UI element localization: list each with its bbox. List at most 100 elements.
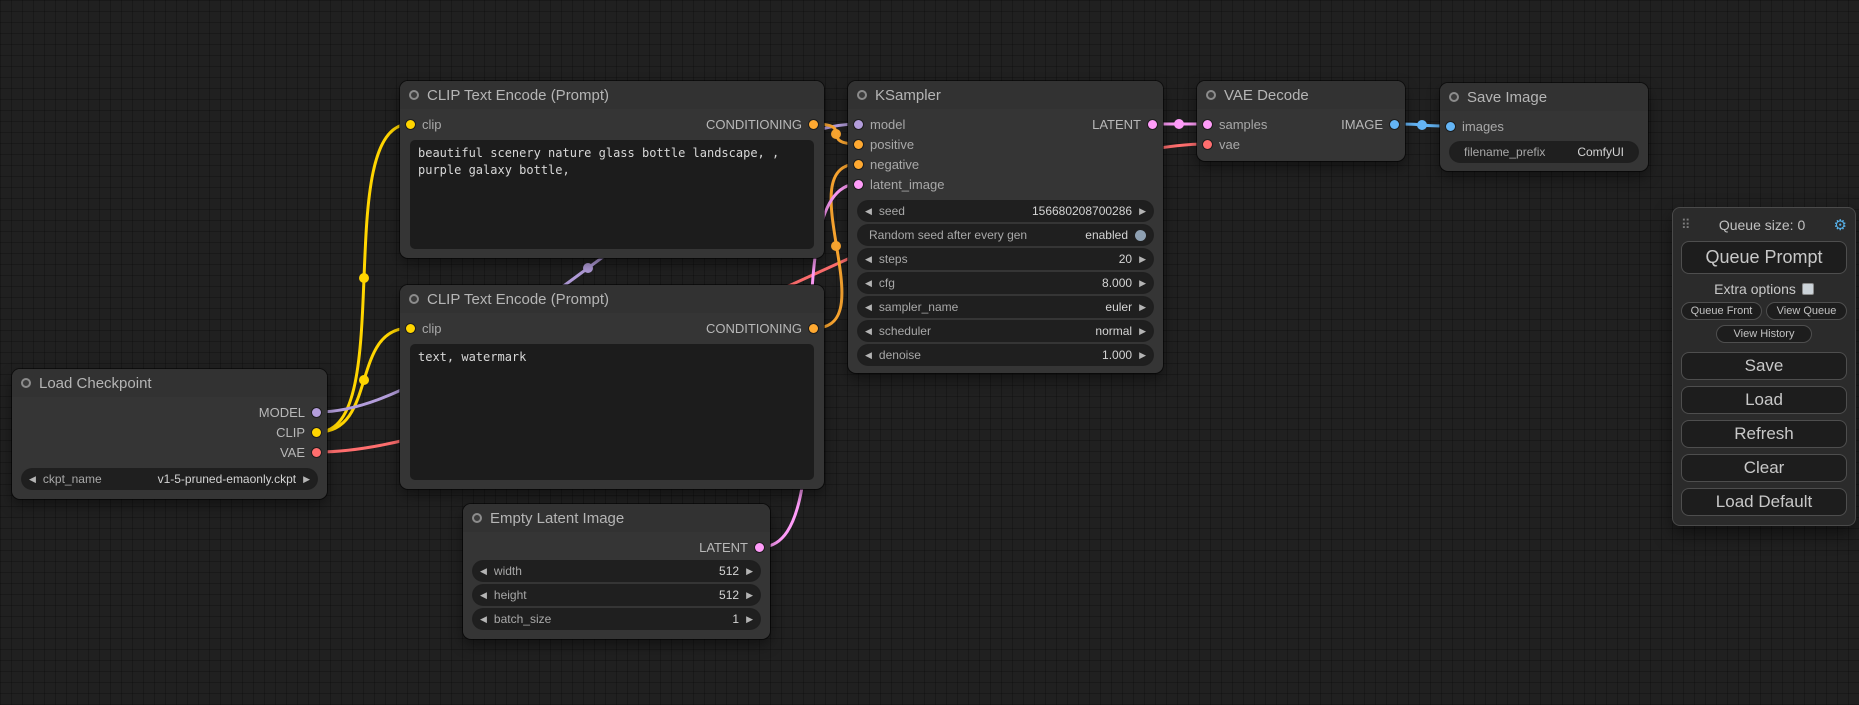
widget-label: Random seed after every gen [869, 228, 1085, 242]
prev-arrow-icon[interactable]: ◀ [29, 474, 36, 485]
refresh-button[interactable]: Refresh [1681, 420, 1847, 448]
wire-clip-to-negative-prompt [318, 328, 410, 432]
negative-prompt-textarea[interactable]: text, watermark [410, 344, 814, 480]
node-title-bar[interactable]: CLIP Text Encode (Prompt) [400, 81, 824, 109]
increment-arrow-icon[interactable]: ▶ [1139, 206, 1146, 217]
node-title-bar[interactable]: Save Image [1440, 83, 1648, 111]
conditioning-output-slot[interactable] [809, 324, 818, 333]
node-title-bar[interactable]: CLIP Text Encode (Prompt) [400, 285, 824, 313]
collapse-dot-icon[interactable] [21, 378, 31, 388]
negative-input-slot[interactable] [854, 160, 863, 169]
node-load-checkpoint[interactable]: Load Checkpoint MODEL CLIP VAE [12, 369, 327, 499]
ckpt-name-widget[interactable]: ◀ ckpt_name v1-5-pruned-emaonly.ckpt ▶ [22, 469, 317, 489]
input-label-positive: positive [870, 137, 914, 152]
sampler-name-widget[interactable]: ◀ sampler_name euler ▶ [858, 297, 1153, 317]
samples-input-slot[interactable] [1203, 120, 1212, 129]
increment-arrow-icon[interactable]: ▶ [746, 614, 753, 625]
steps-widget[interactable]: ◀ steps 20 ▶ [858, 249, 1153, 269]
input-label-clip: clip [422, 321, 442, 336]
node-title-bar[interactable]: Load Checkpoint [12, 369, 327, 397]
node-save-image[interactable]: Save Image images filename_prefix ComfyU… [1440, 83, 1648, 171]
decrement-arrow-icon[interactable]: ◀ [480, 614, 487, 625]
widget-label: denoise [879, 348, 1102, 362]
node-title-bar[interactable]: Empty Latent Image [463, 504, 770, 532]
next-arrow-icon[interactable]: ▶ [303, 474, 310, 485]
toggle-dot-icon[interactable] [1135, 230, 1146, 241]
node-clip-text-encode-negative[interactable]: CLIP Text Encode (Prompt) clip CONDITION… [400, 285, 824, 489]
node-clip-text-encode-positive[interactable]: CLIP Text Encode (Prompt) clip CONDITION… [400, 81, 824, 258]
graph-canvas[interactable]: Load Checkpoint MODEL CLIP VAE [0, 0, 1859, 705]
positive-input-slot[interactable] [854, 140, 863, 149]
increment-arrow-icon[interactable]: ▶ [746, 566, 753, 577]
vae-input-slot[interactable] [1203, 140, 1212, 149]
increment-arrow-icon[interactable]: ▶ [746, 590, 753, 601]
view-history-button[interactable]: View History [1716, 325, 1812, 343]
widget-label: seed [879, 204, 1032, 218]
view-queue-button[interactable]: View Queue [1766, 302, 1847, 320]
widget-value: normal [1095, 324, 1132, 338]
batch-size-widget[interactable]: ◀ batch_size 1 ▶ [473, 609, 760, 629]
node-vae-decode[interactable]: VAE Decode samples IMAGE vae [1197, 81, 1405, 161]
collapse-dot-icon[interactable] [1206, 90, 1216, 100]
increment-arrow-icon[interactable]: ▶ [1139, 254, 1146, 265]
widget-value: 512 [719, 588, 739, 602]
load-button[interactable]: Load [1681, 386, 1847, 414]
decrement-arrow-icon[interactable]: ◀ [865, 206, 872, 217]
widget-label: scheduler [879, 324, 1095, 338]
latent-image-input-slot[interactable] [854, 180, 863, 189]
width-widget[interactable]: ◀ width 512 ▶ [473, 561, 760, 581]
collapse-dot-icon[interactable] [409, 294, 419, 304]
latent-output-slot[interactable] [1148, 120, 1157, 129]
decrement-arrow-icon[interactable]: ◀ [865, 278, 872, 289]
widget-value: v1-5-pruned-emaonly.ckpt [158, 472, 297, 486]
load-default-button[interactable]: Load Default [1681, 488, 1847, 516]
clip-input-slot[interactable] [406, 324, 415, 333]
queue-prompt-button[interactable]: Queue Prompt [1681, 241, 1847, 274]
vae-output-slot[interactable] [312, 448, 321, 457]
scheduler-widget[interactable]: ◀ scheduler normal ▶ [858, 321, 1153, 341]
conditioning-output-slot[interactable] [809, 120, 818, 129]
node-title-bar[interactable]: KSampler [848, 81, 1163, 109]
collapse-dot-icon[interactable] [1449, 92, 1459, 102]
seed-widget[interactable]: ◀ seed 156680208700286 ▶ [858, 201, 1153, 221]
increment-arrow-icon[interactable]: ▶ [1139, 278, 1146, 289]
link-midpoint-dot [831, 241, 841, 251]
next-arrow-icon[interactable]: ▶ [1139, 302, 1146, 313]
denoise-widget[interactable]: ◀ denoise 1.000 ▶ [858, 345, 1153, 365]
images-input-slot[interactable] [1446, 122, 1455, 131]
prev-arrow-icon[interactable]: ◀ [865, 326, 872, 337]
widget-value: enabled [1085, 228, 1128, 242]
node-ksampler[interactable]: KSampler model LATENT positive [848, 81, 1163, 373]
decrement-arrow-icon[interactable]: ◀ [865, 254, 872, 265]
decrement-arrow-icon[interactable]: ◀ [865, 350, 872, 361]
extra-options-checkbox[interactable] [1802, 283, 1814, 295]
node-empty-latent-image[interactable]: Empty Latent Image LATENT ◀ width 512 ▶ … [463, 504, 770, 639]
save-button[interactable]: Save [1681, 352, 1847, 380]
model-output-slot[interactable] [312, 408, 321, 417]
decrement-arrow-icon[interactable]: ◀ [480, 590, 487, 601]
settings-gear-icon[interactable]: ⚙ [1834, 216, 1847, 234]
height-widget[interactable]: ◀ height 512 ▶ [473, 585, 760, 605]
decrement-arrow-icon[interactable]: ◀ [480, 566, 487, 577]
output-label-clip: CLIP [276, 425, 305, 440]
node-title-bar[interactable]: VAE Decode [1197, 81, 1405, 109]
node-title: Load Checkpoint [39, 375, 152, 392]
prev-arrow-icon[interactable]: ◀ [865, 302, 872, 313]
drag-handle-icon[interactable]: ⠿ [1681, 217, 1691, 233]
increment-arrow-icon[interactable]: ▶ [1139, 350, 1146, 361]
clear-button[interactable]: Clear [1681, 454, 1847, 482]
queue-front-button[interactable]: Queue Front [1681, 302, 1762, 320]
next-arrow-icon[interactable]: ▶ [1139, 326, 1146, 337]
collapse-dot-icon[interactable] [857, 90, 867, 100]
clip-output-slot[interactable] [312, 428, 321, 437]
cfg-widget[interactable]: ◀ cfg 8.000 ▶ [858, 273, 1153, 293]
latent-output-slot[interactable] [755, 543, 764, 552]
image-output-slot[interactable] [1390, 120, 1399, 129]
filename-prefix-widget[interactable]: filename_prefix ComfyUI [1450, 142, 1638, 162]
collapse-dot-icon[interactable] [409, 90, 419, 100]
model-input-slot[interactable] [854, 120, 863, 129]
clip-input-slot[interactable] [406, 120, 415, 129]
positive-prompt-textarea[interactable]: beautiful scenery nature glass bottle la… [410, 140, 814, 249]
random-seed-toggle-widget[interactable]: Random seed after every gen enabled [858, 225, 1153, 245]
collapse-dot-icon[interactable] [472, 513, 482, 523]
